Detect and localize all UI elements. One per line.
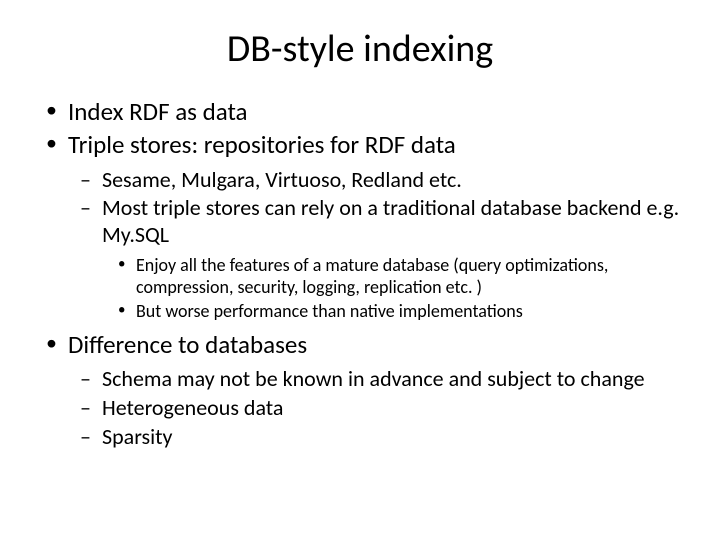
bullet-l1: Difference to databases <box>40 329 680 360</box>
bullet-l2: Schema may not be known in advance and s… <box>40 366 680 393</box>
bullet-l2: Heterogeneous data <box>40 395 680 422</box>
bullet-l2: Sesame, Mulgara, Virtuoso, Redland etc. <box>40 167 680 194</box>
bullet-list: Index RDF as data Triple stores: reposit… <box>40 96 680 451</box>
bullet-l2: Most triple stores can rely on a traditi… <box>40 195 680 249</box>
bullet-l1: Triple stores: repositories for RDF data <box>40 129 680 160</box>
slide: DB-style indexing Index RDF as data Trip… <box>0 0 720 540</box>
bullet-l1: Index RDF as data <box>40 96 680 127</box>
bullet-l2: Sparsity <box>40 424 680 451</box>
bullet-l3: But worse performance than native implem… <box>40 301 680 323</box>
slide-title: DB-style indexing <box>40 26 680 72</box>
bullet-l3: Enjoy all the features of a mature datab… <box>40 255 680 299</box>
